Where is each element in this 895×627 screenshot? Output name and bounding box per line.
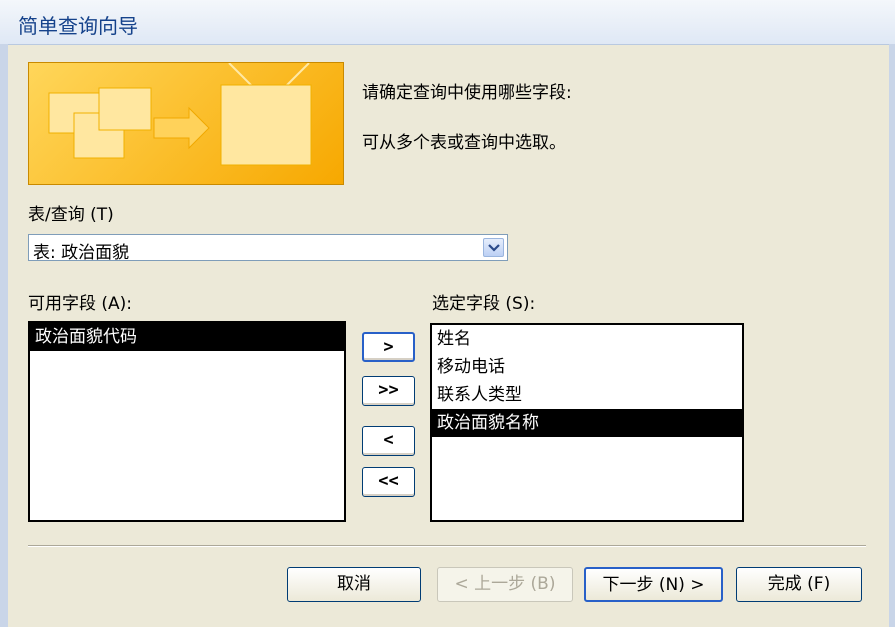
available-fields-list[interactable]: 政治面貌代码	[28, 321, 346, 522]
add-field-button[interactable]: >	[362, 332, 415, 362]
remove-all-fields-button[interactable]: <<	[362, 467, 415, 497]
wizard-banner-image	[28, 62, 344, 185]
table-query-select[interactable]: 表: 政治面貌	[28, 234, 508, 263]
instruction-subtext: 可从多个表或查询中选取。	[362, 133, 566, 153]
list-item[interactable]: 联系人类型	[432, 381, 742, 409]
list-item[interactable]: 政治面貌代码	[30, 323, 344, 351]
available-fields-label: 可用字段 (A):	[28, 294, 133, 314]
back-button[interactable]: < 上一步 (B)	[437, 567, 573, 602]
instruction-text: 请确定查询中使用哪些字段:	[362, 83, 572, 103]
table-query-value: 表: 政治面貌	[33, 243, 130, 263]
selected-fields-list[interactable]: 姓名 移动电话 联系人类型 政治面貌名称	[430, 323, 744, 522]
list-item[interactable]: 姓名	[432, 325, 742, 353]
cancel-button[interactable]: 取消	[287, 567, 421, 602]
divider	[28, 545, 866, 547]
finish-button[interactable]: 完成 (F)	[736, 567, 862, 602]
table-query-label: 表/查询 (T)	[28, 205, 114, 225]
title-bar[interactable]: 简单查询向导	[0, 0, 895, 45]
selected-fields-label: 选定字段 (S):	[432, 294, 536, 314]
add-all-fields-button[interactable]: >>	[362, 376, 415, 406]
window-title: 简单查询向导	[18, 14, 138, 38]
chevron-down-icon	[488, 244, 500, 252]
list-item[interactable]: 政治面貌名称	[432, 409, 742, 437]
dropdown-button[interactable]	[483, 238, 504, 257]
window-left-edge	[0, 44, 8, 627]
remove-field-button[interactable]: <	[362, 426, 415, 456]
window-right-edge	[889, 44, 895, 627]
list-item[interactable]: 移动电话	[432, 353, 742, 381]
next-button[interactable]: 下一步 (N) >	[584, 567, 723, 602]
